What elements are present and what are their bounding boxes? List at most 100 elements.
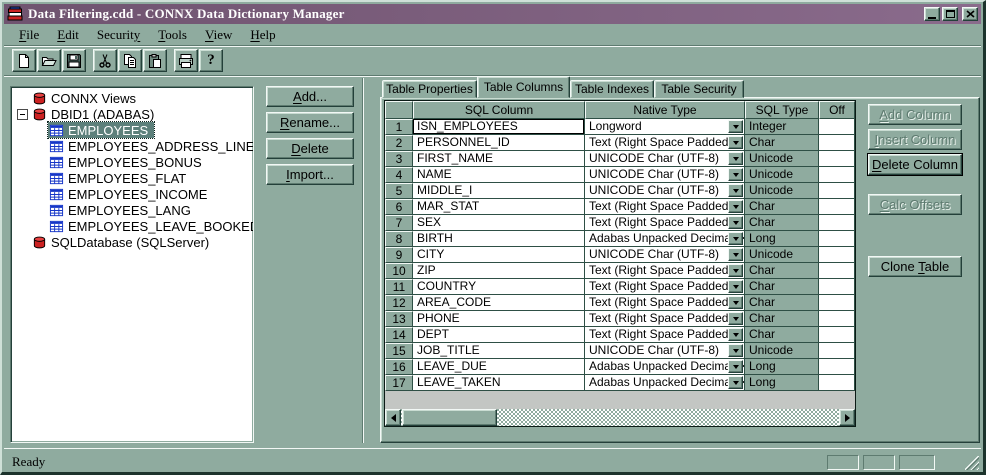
tree-item-employees-income[interactable]: EMPLOYEES_INCOME [11,186,253,202]
tab-table-security[interactable]: Table Security [654,80,744,98]
dropdown-button[interactable] [728,216,743,229]
tree-collapse-icon[interactable] [14,108,31,120]
dropdown-button[interactable] [728,232,743,245]
delete-button[interactable]: Delete [266,138,354,159]
native-type-cell[interactable]: Text (Right Space Padded) [585,311,745,327]
clone-table-button[interactable]: Clone Table [868,256,962,277]
offset-cell[interactable] [819,311,855,327]
tree-item-employees-bonus[interactable]: EMPLOYEES_BONUS [11,154,253,170]
sql-column-cell[interactable]: CITY [413,247,585,263]
offset-cell[interactable] [819,199,855,215]
dropdown-button[interactable] [728,280,743,293]
sql-column-cell[interactable]: ZIP [413,263,585,279]
dropdown-button[interactable] [728,344,743,357]
offset-cell[interactable] [819,167,855,183]
native-type-cell[interactable]: Text (Right Space Padded) [585,199,745,215]
tab-table-columns[interactable]: Table Columns [477,76,570,98]
sql-column-cell[interactable]: BIRTH [413,231,585,247]
save-button[interactable] [62,49,86,72]
menu-view[interactable]: View [196,26,241,44]
native-type-cell[interactable]: Text (Right Space Padded) [585,135,745,151]
sql-column-cell[interactable]: LEAVE_DUE [413,359,585,375]
offset-cell[interactable] [819,119,855,135]
row-number[interactable]: 17 [385,375,413,391]
paste-button[interactable] [143,49,167,72]
native-type-cell[interactable]: Text (Right Space Padded) [585,327,745,343]
insert-column-button[interactable]: Insert Column [868,129,962,150]
row-number[interactable]: 6 [385,199,413,215]
tree-item-employees-lang[interactable]: EMPLOYEES_LANG [11,202,253,218]
dropdown-button[interactable] [728,168,743,181]
scroll-right-button[interactable] [839,409,855,426]
row-number[interactable]: 1 [385,119,413,135]
offset-cell[interactable] [819,359,855,375]
delete-column-button[interactable]: Delete Column [867,153,963,176]
open-button[interactable] [37,49,61,72]
native-type-cell[interactable]: UNICODE Char (UTF-8) [585,151,745,167]
native-type-cell[interactable]: Text (Right Space Padded) [585,295,745,311]
header-native-type[interactable]: Native Type [585,101,745,119]
row-number[interactable]: 7 [385,215,413,231]
tree-item-employees-leave-booked[interactable]: EMPLOYEES_LEAVE_BOOKED [11,218,253,234]
native-type-cell[interactable]: Longword [585,119,745,135]
dropdown-button[interactable] [728,360,743,373]
dropdown-button[interactable] [728,376,743,389]
cut-button[interactable] [93,49,117,72]
tree-item-employees[interactable]: EMPLOYEES [11,121,253,139]
copy-button[interactable] [118,49,142,72]
sql-column-cell[interactable]: MIDDLE_I [413,183,585,199]
print-button[interactable] [174,49,198,72]
row-number[interactable]: 2 [385,135,413,151]
scroll-left-button[interactable] [385,409,401,426]
offset-cell[interactable] [819,327,855,343]
dropdown-button[interactable] [728,120,743,133]
row-number[interactable]: 11 [385,279,413,295]
row-number[interactable]: 16 [385,359,413,375]
dropdown-button[interactable] [728,264,743,277]
sql-column-cell[interactable]: PHONE [413,311,585,327]
tab-table-properties[interactable]: Table Properties [382,80,477,98]
new-button[interactable] [12,49,36,72]
dropdown-button[interactable] [728,152,743,165]
sql-column-cell[interactable]: MAR_STAT [413,199,585,215]
add-column-button[interactable]: Add Column [868,104,962,125]
offset-cell[interactable] [819,183,855,199]
dropdown-button[interactable] [728,328,743,341]
tree-item-connx-views[interactable]: CONNX Views [11,90,253,106]
row-number[interactable]: 15 [385,343,413,359]
tab-table-indexes[interactable]: Table Indexes [570,80,654,98]
calc-offsets-button[interactable]: Calc Offsets [868,194,962,215]
row-number[interactable]: 14 [385,327,413,343]
native-type-cell[interactable]: Adabas Unpacked Decimal-> In [585,231,745,247]
row-number[interactable]: 5 [385,183,413,199]
sql-column-cell[interactable]: SEX [413,215,585,231]
menu-help[interactable]: Help [241,26,284,44]
dropdown-button[interactable] [728,312,743,325]
native-type-cell[interactable]: Text (Right Space Padded) [585,279,745,295]
dropdown-button[interactable] [728,200,743,213]
row-number[interactable]: 13 [385,311,413,327]
menu-tools[interactable]: Tools [149,26,196,44]
minimize-button[interactable] [924,7,940,21]
offset-cell[interactable] [819,215,855,231]
native-type-cell[interactable]: UNICODE Char (UTF-8) [585,247,745,263]
native-type-cell[interactable]: UNICODE Char (UTF-8) [585,183,745,199]
horizontal-scrollbar[interactable] [385,409,855,426]
native-type-cell[interactable]: Adabas Unpacked Decimal-> In [585,375,745,391]
native-type-cell[interactable]: Text (Right Space Padded) [585,263,745,279]
offset-cell[interactable] [819,279,855,295]
sql-column-cell[interactable]: COUNTRY [413,279,585,295]
sql-column-cell[interactable]: NAME [413,167,585,183]
dropdown-button[interactable] [728,136,743,149]
offset-cell[interactable] [819,151,855,167]
offset-cell[interactable] [819,263,855,279]
native-type-cell[interactable]: UNICODE Char (UTF-8) [585,167,745,183]
sql-column-cell[interactable]: FIRST_NAME [413,151,585,167]
tree-item-employees-address-line[interactable]: EMPLOYEES_ADDRESS_LINE [11,138,253,154]
offset-cell[interactable] [819,135,855,151]
sql-column-cell[interactable]: LEAVE_TAKEN [413,375,585,391]
menu-security[interactable]: Security [88,26,149,44]
row-number[interactable]: 4 [385,167,413,183]
dropdown-button[interactable] [728,248,743,261]
native-type-cell[interactable]: UNICODE Char (UTF-8) [585,343,745,359]
